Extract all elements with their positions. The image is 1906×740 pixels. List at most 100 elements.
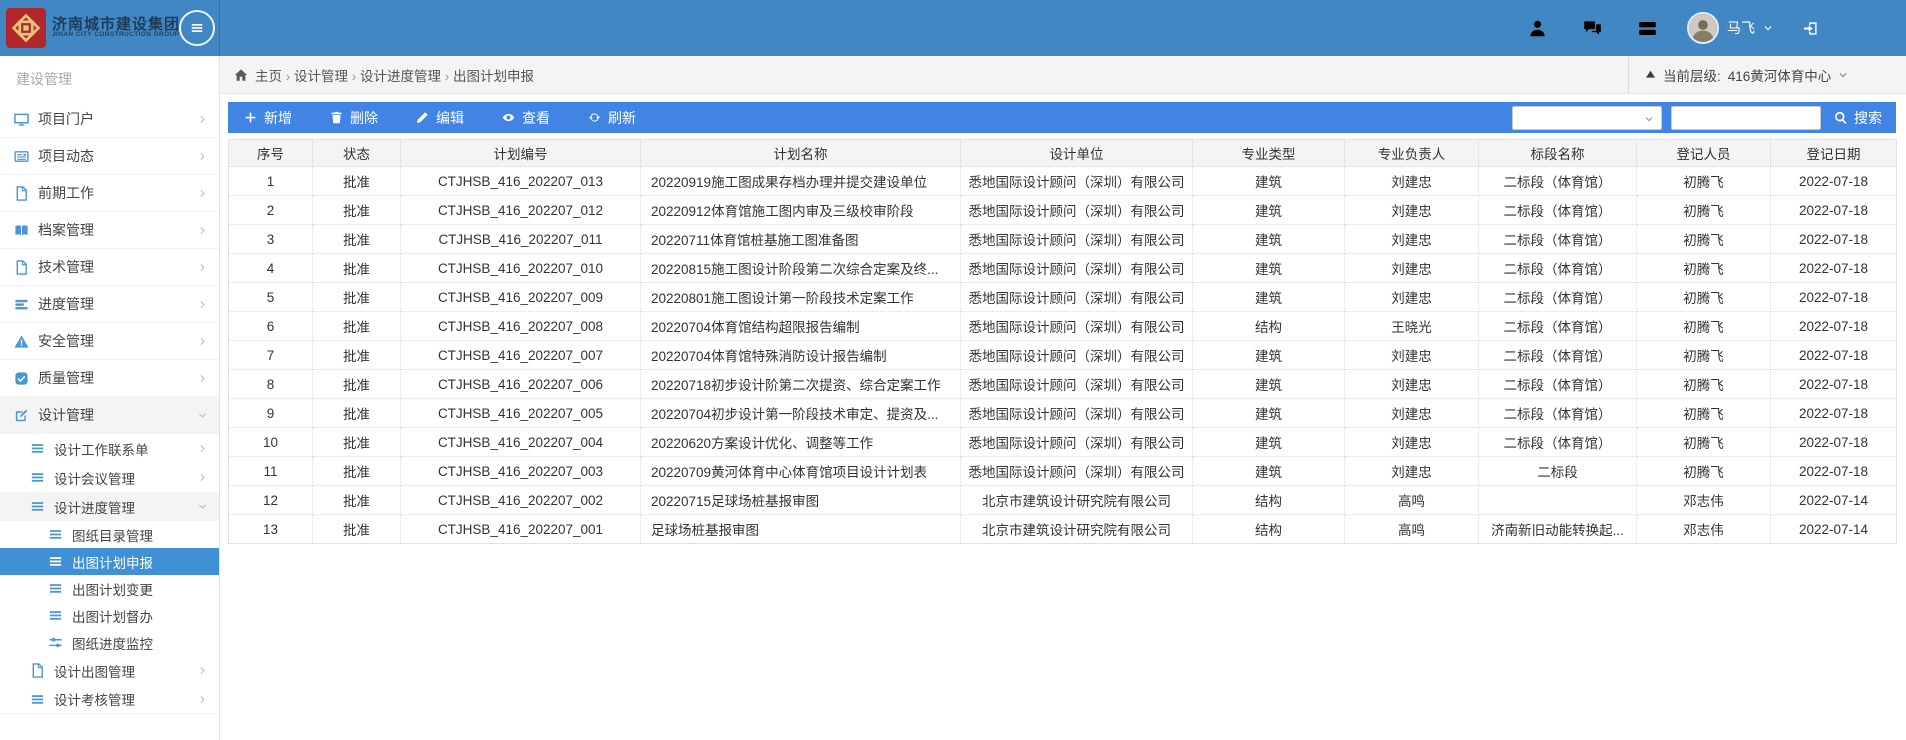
table-row[interactable]: 10批准CTJHSB_416_202207_00420220620方案设计优化、… [229,428,1897,457]
table-row[interactable]: 13批准CTJHSB_416_202207_001足球场桩基报审图北京市建筑设计… [229,515,1897,544]
cell-status: 批准 [313,312,401,341]
sidebar-item-drawing-plan-supervise[interactable]: 出图计划督办 [0,602,219,629]
table-row[interactable]: 6批准CTJHSB_416_202207_00820220704体育馆结构超限报… [229,312,1897,341]
menu-icon [48,581,63,596]
breadcrumb-item[interactable]: 设计管理 [294,69,348,84]
cell-registrant: 初腾飞 [1637,254,1771,283]
sidebar-item-design-output[interactable]: 设计出图管理 [0,656,219,685]
column-header-registrant[interactable]: 登记人员 [1637,140,1771,167]
cell-status: 批准 [313,370,401,399]
edit-button[interactable]: 编辑 [416,108,464,128]
comments-icon[interactable] [1583,19,1602,38]
cell-registrant: 初腾飞 [1637,167,1771,196]
cell-lead: 刘建忠 [1345,196,1479,225]
column-header-name[interactable]: 计划名称 [641,140,961,167]
cell-unit: 悉地国际设计顾问（深圳）有限公司 [961,399,1193,428]
view-button[interactable]: 查看 [502,108,550,128]
menu-icon [48,527,63,542]
sidebar-item-drawing-progress-monitor[interactable]: 图纸进度监控 [0,629,219,656]
sidebar-toggle-button[interactable] [179,10,215,46]
sidebar-item-design-work-contact[interactable]: 设计工作联系单 [0,434,219,463]
sidebar-item-quality-management[interactable]: 质量管理 [0,360,219,397]
column-header-code[interactable]: 计划编号 [401,140,641,167]
sidebar-item-safety-management[interactable]: 安全管理 [0,323,219,360]
cell-date: 2022-07-18 [1771,457,1897,486]
add-button[interactable]: 新增 [244,108,292,128]
cell-registrant: 初腾飞 [1637,341,1771,370]
column-header-date[interactable]: 登记日期 [1771,140,1897,167]
cell-unit: 北京市建筑设计研究院有限公司 [961,515,1193,544]
cell-section: 二标段（体育馆） [1479,254,1637,283]
breadcrumb-item[interactable]: 出图计划申报 [453,69,534,84]
cell-major: 建筑 [1193,196,1345,225]
column-header-major[interactable]: 专业类型 [1193,140,1345,167]
column-header-lead[interactable]: 专业负责人 [1345,140,1479,167]
sidebar-item-label: 档案管理 [38,220,94,240]
table-row[interactable]: 8批准CTJHSB_416_202207_00620220718初步设计阶第二次… [229,370,1897,399]
table-row[interactable]: 5批准CTJHSB_416_202207_00920220801施工图设计第一阶… [229,283,1897,312]
column-header-status[interactable]: 状态 [313,140,401,167]
cell-status: 批准 [313,486,401,515]
breadcrumb-item[interactable]: 设计进度管理 [360,69,441,84]
cell-registrant: 初腾飞 [1637,283,1771,312]
sidebar-item-preliminary-work[interactable]: 前期工作 [0,175,219,212]
sidebar-item-drawing-plan-change[interactable]: 出图计划变更 [0,575,219,602]
table-row[interactable]: 7批准CTJHSB_416_202207_00720220704体育馆特殊消防设… [229,341,1897,370]
cell-code: CTJHSB_416_202207_010 [401,254,641,283]
table-row[interactable]: 11批准CTJHSB_416_202207_00320220709黄河体育中心体… [229,457,1897,486]
table-row[interactable]: 9批准CTJHSB_416_202207_00520220704初步设计第一阶段… [229,399,1897,428]
sidebar-item-drawing-plan-report[interactable]: 出图计划申报 [0,548,219,575]
table-row[interactable]: 12批准CTJHSB_416_202207_00220220715足球场桩基报审… [229,486,1897,515]
logout-icon[interactable] [1803,21,1818,36]
header-icon-group [1528,19,1657,38]
table-row[interactable]: 2批准CTJHSB_416_202207_01220220912体育馆施工图内审… [229,196,1897,225]
cell-name: 20220715足球场桩基报审图 [641,486,961,515]
chevron-down-icon [198,411,207,420]
delete-button[interactable]: 删除 [330,108,378,128]
cell-major: 结构 [1193,312,1345,341]
sidebar-item-progress-management[interactable]: 进度管理 [0,286,219,323]
cell-major: 建筑 [1193,370,1345,399]
column-header-section[interactable]: 标段名称 [1479,140,1637,167]
table-row[interactable]: 3批准CTJHSB_416_202207_01120220711体育馆桩基施工图… [229,225,1897,254]
sidebar-item-design-meeting[interactable]: 设计会议管理 [0,463,219,492]
table-row[interactable]: 1批准CTJHSB_416_202207_01320220919施工图成果存档办… [229,167,1897,196]
cell-section: 二标段（体育馆） [1479,370,1637,399]
sidebar-item-design-progress[interactable]: 设计进度管理 [0,492,219,521]
refresh-button[interactable]: 刷新 [588,108,636,128]
check-icon [14,371,29,386]
column-header-unit[interactable]: 设计单位 [961,140,1193,167]
cell-unit: 悉地国际设计顾问（深圳）有限公司 [961,312,1193,341]
cell-lead: 刘建忠 [1345,399,1479,428]
cell-unit: 悉地国际设计顾问（深圳）有限公司 [961,457,1193,486]
sidebar-item-drawing-catalog[interactable]: 图纸目录管理 [0,521,219,548]
current-level-selector[interactable]: 当前层级: 416黄河体育中心 [1628,56,1906,93]
column-header-seq[interactable]: 序号 [229,140,313,167]
button-label: 删除 [350,108,378,128]
sidebar-item-project-news[interactable]: 项目动态 [0,138,219,175]
breadcrumb-item[interactable]: 主页 [255,69,282,84]
cell-date: 2022-07-18 [1771,428,1897,457]
cell-seq: 11 [229,457,313,486]
sidebar-item-design-management[interactable]: 设计管理 [0,397,219,434]
cell-section: 济南新旧动能转换起... [1479,515,1637,544]
breadcrumb-items: 主页 › 设计管理 › 设计进度管理 › 出图计划申报 [255,65,534,85]
sidebar-item-archive-management[interactable]: 档案管理 [0,212,219,249]
cell-section [1479,486,1637,515]
search-button[interactable]: 搜索 [1830,108,1886,128]
sidebar-item-design-assessment[interactable]: 设计考核管理 [0,685,219,714]
sidebar-item-project-portal[interactable]: 项目门户 [0,101,219,138]
cell-section: 二标段（体育馆） [1479,225,1637,254]
cell-status: 批准 [313,428,401,457]
sidebar-item-technology-management[interactable]: 技术管理 [0,249,219,286]
user-menu[interactable]: 马飞 [1687,12,1773,44]
chevron-down-icon [1838,70,1848,80]
sidebar-item-label: 项目门户 [38,109,94,129]
server-icon[interactable] [1638,19,1657,38]
sidebar-menu: 项目门户项目动态前期工作档案管理技术管理进度管理安全管理质量管理设计管理设计工作… [0,101,219,714]
page-icon [30,663,45,678]
user-icon[interactable] [1528,19,1547,38]
filter-select[interactable] [1512,106,1662,130]
search-input[interactable] [1671,106,1821,130]
table-row[interactable]: 4批准CTJHSB_416_202207_01020220815施工图设计阶段第… [229,254,1897,283]
